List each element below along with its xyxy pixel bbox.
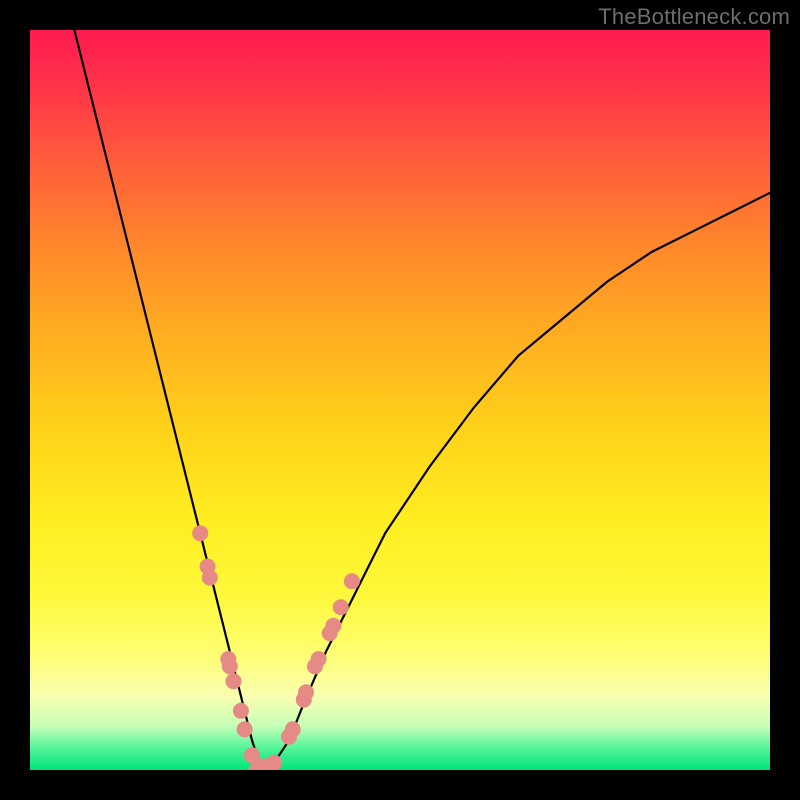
highlight-point — [311, 651, 327, 667]
watermark-text: TheBottleneck.com — [598, 4, 790, 30]
highlight-point — [333, 599, 349, 615]
highlight-point — [202, 570, 218, 586]
highlight-point — [298, 684, 314, 700]
highlight-point — [233, 703, 249, 719]
highlight-point — [325, 618, 341, 634]
curve-layer — [30, 30, 770, 770]
chart-frame: TheBottleneck.com — [0, 0, 800, 800]
optimal-band — [248, 766, 275, 770]
highlight-point — [344, 573, 360, 589]
highlight-point — [285, 721, 301, 737]
highlight-point — [237, 721, 253, 737]
highlight-point — [226, 673, 242, 689]
bottleneck-curve — [74, 30, 770, 770]
highlight-point — [192, 525, 208, 541]
highlight-point — [222, 658, 238, 674]
plot-area — [30, 30, 770, 770]
highlighted-points — [192, 525, 360, 770]
